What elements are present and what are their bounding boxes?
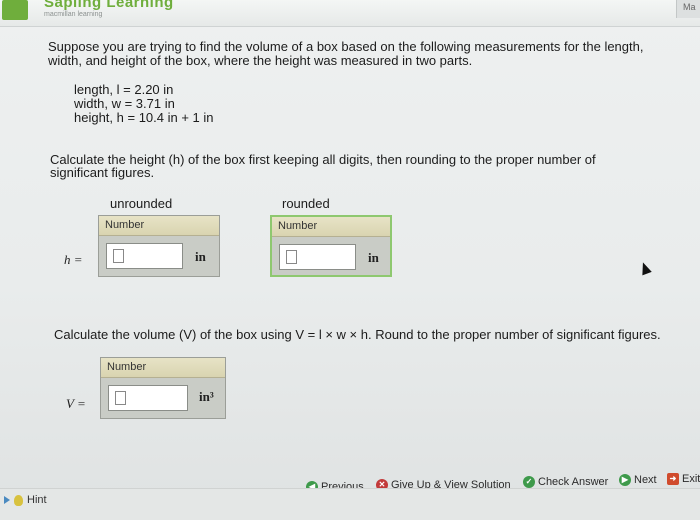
next-button[interactable]: ▶ Next xyxy=(619,474,657,486)
top-bar: Sapling Learning macmillan learning Ma xyxy=(0,0,700,27)
exit-button[interactable]: ➜ Exit xyxy=(667,473,700,485)
question-height: Calculate the height (h) of the box firs… xyxy=(50,152,596,180)
volume-input[interactable] xyxy=(108,385,188,411)
hint-toggle[interactable]: Hint xyxy=(4,494,47,506)
given-measurements: length, l = 2.20 in width, w = 3.71 in h… xyxy=(74,83,214,125)
question-volume: Calculate the volume (V) of the box usin… xyxy=(54,327,661,342)
rounded-label: rounded xyxy=(282,196,330,211)
unrounded-box-header: Number xyxy=(99,216,219,236)
rounded-answer-box: Number in xyxy=(270,215,392,277)
exit-label: Exit xyxy=(682,473,700,485)
given-height: height, h = 10.4 in + 1 in xyxy=(74,110,214,125)
lightbulb-icon xyxy=(14,494,23,506)
exit-icon: ➜ xyxy=(667,473,679,485)
rounded-box-header: Number xyxy=(272,217,390,237)
volume-variable: V = xyxy=(66,396,86,411)
hint-bar: Hint xyxy=(0,488,700,520)
check-icon: ✓ xyxy=(523,476,535,488)
unrounded-height-input[interactable] xyxy=(106,243,183,269)
unrounded-unit: in xyxy=(195,249,206,264)
problem-prompt: Suppose you are trying to find the volum… xyxy=(48,39,644,68)
input-caret xyxy=(286,250,297,264)
rounded-unit: in xyxy=(368,250,379,265)
height-variable: h = xyxy=(64,252,83,267)
unrounded-label: unrounded xyxy=(110,196,173,211)
brand-name: Sapling Learning xyxy=(44,0,174,11)
sapling-logo-icon xyxy=(2,0,28,20)
given-length: length, l = 2.20 in xyxy=(74,82,174,97)
rounded-height-input[interactable] xyxy=(279,244,356,270)
volume-answer-box: Number in³ xyxy=(100,357,226,419)
mouse-cursor-icon xyxy=(638,260,652,276)
expand-arrow-icon xyxy=(4,496,10,504)
unrounded-answer-box: Number in xyxy=(98,215,220,277)
screen: Sapling Learning macmillan learning Ma S… xyxy=(0,0,700,520)
next-icon: ▶ xyxy=(619,474,631,486)
volume-unit: in³ xyxy=(199,389,214,404)
hint-label: Hint xyxy=(27,494,47,506)
sub-brand: macmillan learning xyxy=(44,11,103,18)
volume-box-header: Number xyxy=(101,358,225,378)
next-label: Next xyxy=(634,474,657,486)
check-answer-button[interactable]: ✓ Check Answer xyxy=(523,476,608,488)
corner-tab[interactable]: Ma xyxy=(676,0,700,18)
given-width: width, w = 3.71 in xyxy=(74,96,175,111)
input-caret xyxy=(115,391,126,405)
input-caret xyxy=(113,249,124,263)
check-answer-label: Check Answer xyxy=(538,476,609,488)
